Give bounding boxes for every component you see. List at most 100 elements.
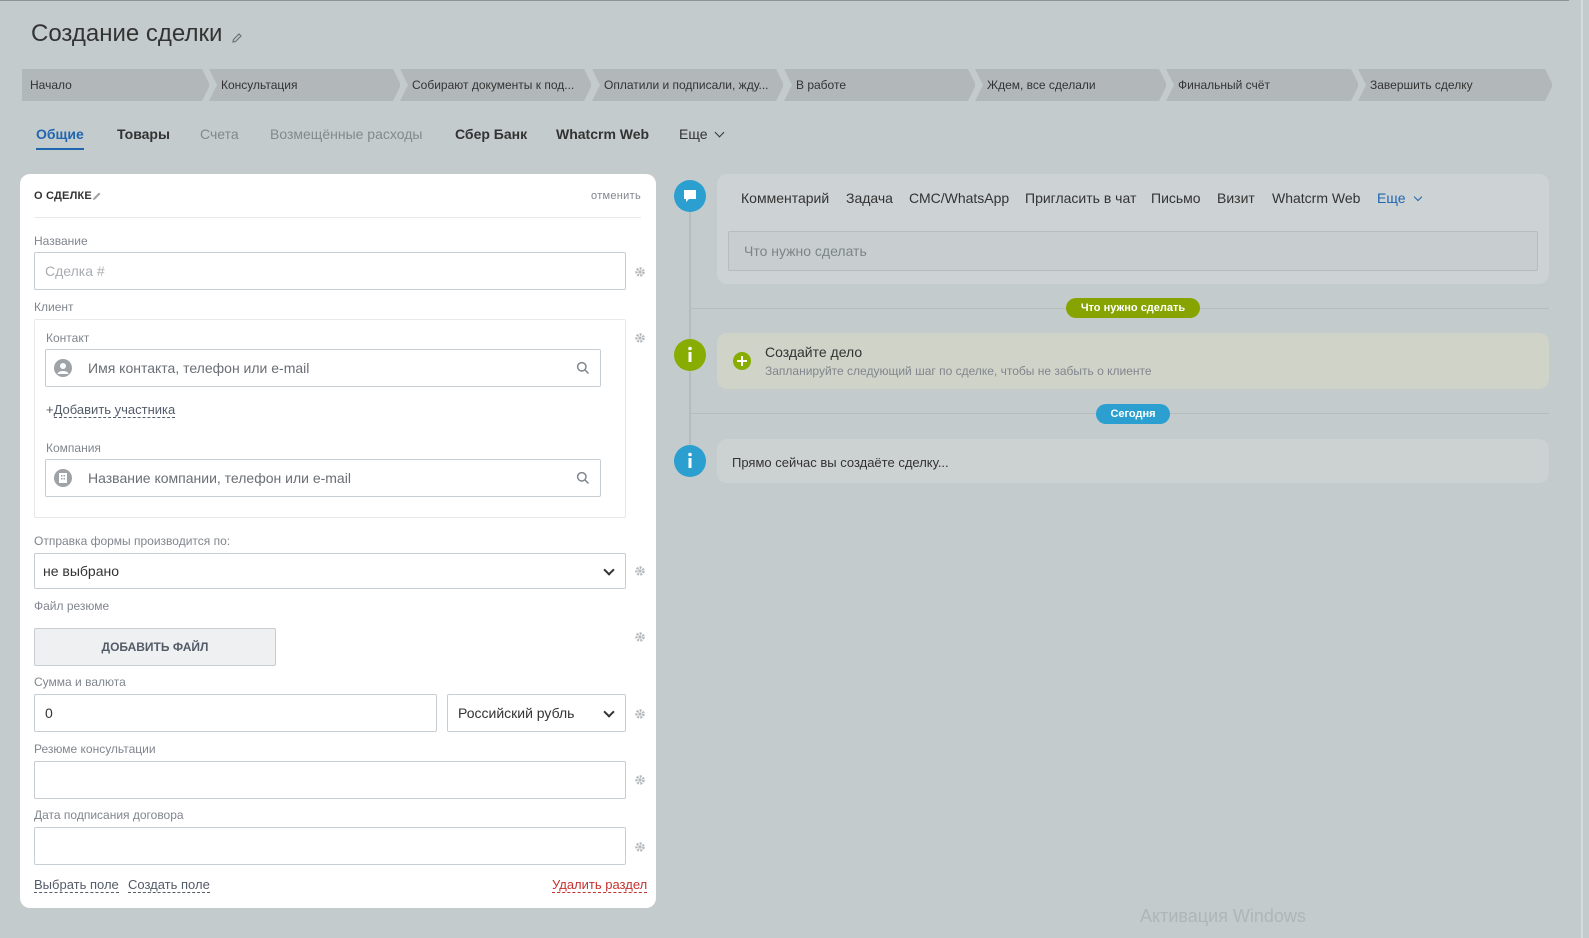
chevron-down-icon xyxy=(714,127,724,138)
gear-icon[interactable] xyxy=(634,631,646,643)
windows-activation-watermark: Активация Windows xyxy=(1140,906,1306,926)
chevron-down-icon xyxy=(603,564,615,576)
building-icon xyxy=(54,469,72,487)
client-label: Клиент xyxy=(34,300,74,314)
gear-icon[interactable] xyxy=(634,841,646,853)
tab-invoices[interactable]: Счета xyxy=(200,126,239,142)
contract-date-input[interactable] xyxy=(34,827,626,865)
stage-bar: Начало Консультация Собирают документы к… xyxy=(22,69,1552,101)
add-member-link[interactable]: +Добавить участника xyxy=(46,402,176,418)
today-pill: Сегодня xyxy=(1096,404,1170,424)
stage-7[interactable]: Завершить сделку xyxy=(1358,69,1552,101)
search-icon[interactable] xyxy=(576,471,590,485)
company-label: Компания xyxy=(46,441,101,455)
activity-tab-letter[interactable]: Письмо xyxy=(1151,190,1201,206)
scrollbar-track[interactable] xyxy=(1581,0,1583,938)
stage-4[interactable]: В работе xyxy=(784,69,975,101)
form-send-select[interactable]: не выбрано xyxy=(34,553,626,589)
pencil-icon[interactable] xyxy=(231,32,243,44)
create-field-link[interactable]: Создать поле xyxy=(128,877,210,893)
stage-label: В работе xyxy=(796,78,847,92)
amount-label: Сумма и валюта xyxy=(34,675,126,689)
activity-more-label: Еще xyxy=(1377,190,1406,206)
activity-tab-whatcrm[interactable]: Whatcrm Web xyxy=(1272,190,1360,206)
name-placeholder: Сделка # xyxy=(45,263,105,279)
company-search-input[interactable]: Название компании, телефон или e-mail xyxy=(45,459,601,497)
stage-label: Собирают документы к под... xyxy=(412,78,575,92)
name-input[interactable]: Сделка # xyxy=(34,252,626,290)
person-icon xyxy=(54,359,72,377)
contract-date-label: Дата подписания договора xyxy=(34,808,184,822)
panel-title: О СДЕЛКЕ xyxy=(34,190,92,202)
consult-summary-input[interactable] xyxy=(34,761,626,799)
currency-value: Российский рубль xyxy=(458,705,575,721)
form-send-label: Отправка формы производится по: xyxy=(34,534,231,548)
info-icon xyxy=(674,339,706,371)
name-label: Название xyxy=(34,234,88,248)
resume-file-label: Файл резюме xyxy=(34,599,110,613)
todo-input[interactable]: Что нужно сделать xyxy=(728,231,1538,271)
consult-summary-label: Резюме консультации xyxy=(34,742,156,756)
tab-more[interactable]: Еще xyxy=(679,126,724,142)
activity-tab-invite[interactable]: Пригласить в чат xyxy=(1025,190,1136,206)
tab-more-label: Еще xyxy=(679,126,708,142)
amount-input[interactable]: 0 xyxy=(34,694,437,732)
activity-tab-more[interactable]: Еще xyxy=(1377,190,1422,206)
activity-editor: Комментарий Задача СМС/WhatsApp Пригласи… xyxy=(717,174,1549,284)
stage-label: Начало xyxy=(30,78,72,92)
tab-whatcrm[interactable]: Whatcrm Web xyxy=(556,126,649,142)
activity-tab-visit[interactable]: Визит xyxy=(1217,190,1255,206)
stage-label: Завершить сделку xyxy=(1370,78,1473,92)
stage-label: Финальный счёт xyxy=(1178,78,1270,92)
gear-icon[interactable] xyxy=(634,708,646,720)
search-icon[interactable] xyxy=(576,361,590,375)
create-task-subtitle: Запланируйте следующий шаг по сделке, чт… xyxy=(765,364,1152,378)
current-event-text: Прямо сейчас вы создаёте сделку... xyxy=(732,455,949,470)
add-file-button[interactable]: ДОБАВИТЬ ФАЙЛ xyxy=(34,628,276,666)
delete-section-link[interactable]: Удалить раздел xyxy=(552,877,648,893)
company-placeholder: Название компании, телефон или e-mail xyxy=(88,470,351,486)
info-icon xyxy=(674,445,706,477)
stage-label: Оплатили и подписали, жду... xyxy=(604,78,769,92)
contact-search-input[interactable]: Имя контакта, телефон или e-mail xyxy=(45,349,601,387)
stage-6[interactable]: Финальный счёт xyxy=(1166,69,1358,101)
deal-form-panel: О СДЕЛКЕ отменить Название Сделка # Клие… xyxy=(20,174,656,908)
gear-icon[interactable] xyxy=(634,266,646,278)
comment-icon xyxy=(674,180,706,212)
page-title: Создание сделки xyxy=(31,20,223,47)
scrollbar[interactable] xyxy=(1569,0,1589,938)
activity-tab-comment[interactable]: Комментарий xyxy=(741,190,829,206)
stage-label: Ждем, все сделали xyxy=(987,78,1096,92)
gear-icon[interactable] xyxy=(634,332,646,344)
activity-tab-task[interactable]: Задача xyxy=(846,190,893,206)
tab-products[interactable]: Товары xyxy=(117,126,170,142)
choose-field-link[interactable]: Выбрать поле xyxy=(34,877,119,893)
tab-general[interactable]: Общие xyxy=(36,126,84,150)
gear-icon[interactable] xyxy=(634,565,646,577)
current-event-card: Прямо сейчас вы создаёте сделку... xyxy=(717,439,1549,483)
cancel-link[interactable]: отменить xyxy=(591,190,641,202)
plus-icon[interactable] xyxy=(733,352,751,370)
tab-expenses[interactable]: Возмещённые расходы xyxy=(270,126,422,142)
create-task-card[interactable]: Создайте дело Запланируйте следующий шаг… xyxy=(717,333,1549,389)
todo-pill: Что нужно сделать xyxy=(1066,298,1200,318)
stage-1[interactable]: Консультация xyxy=(209,69,400,101)
client-block: Контакт Имя контакта, телефон или e-mail… xyxy=(34,319,626,518)
stage-3[interactable]: Оплатили и подписали, жду... xyxy=(592,69,783,101)
panel-header: О СДЕЛКЕ отменить xyxy=(34,188,641,218)
add-member-label: Добавить участника xyxy=(53,402,176,418)
timeline-line xyxy=(689,196,691,466)
pencil-icon[interactable] xyxy=(92,191,102,201)
gear-icon[interactable] xyxy=(634,774,646,786)
stage-0[interactable]: Начало xyxy=(22,69,209,101)
tab-sber[interactable]: Сбер Банк xyxy=(455,126,527,142)
stage-5[interactable]: Ждем, все сделали xyxy=(975,69,1166,101)
currency-select[interactable]: Российский рубль xyxy=(447,694,626,732)
form-send-value: не выбрано xyxy=(43,563,120,579)
stage-label: Консультация xyxy=(221,78,298,92)
contact-label: Контакт xyxy=(46,331,90,345)
activity-tab-sms[interactable]: СМС/WhatsApp xyxy=(909,190,1009,206)
chevron-down-icon xyxy=(1413,192,1422,202)
stage-2[interactable]: Собирают документы к под... xyxy=(400,69,591,101)
amount-value: 0 xyxy=(45,705,53,721)
